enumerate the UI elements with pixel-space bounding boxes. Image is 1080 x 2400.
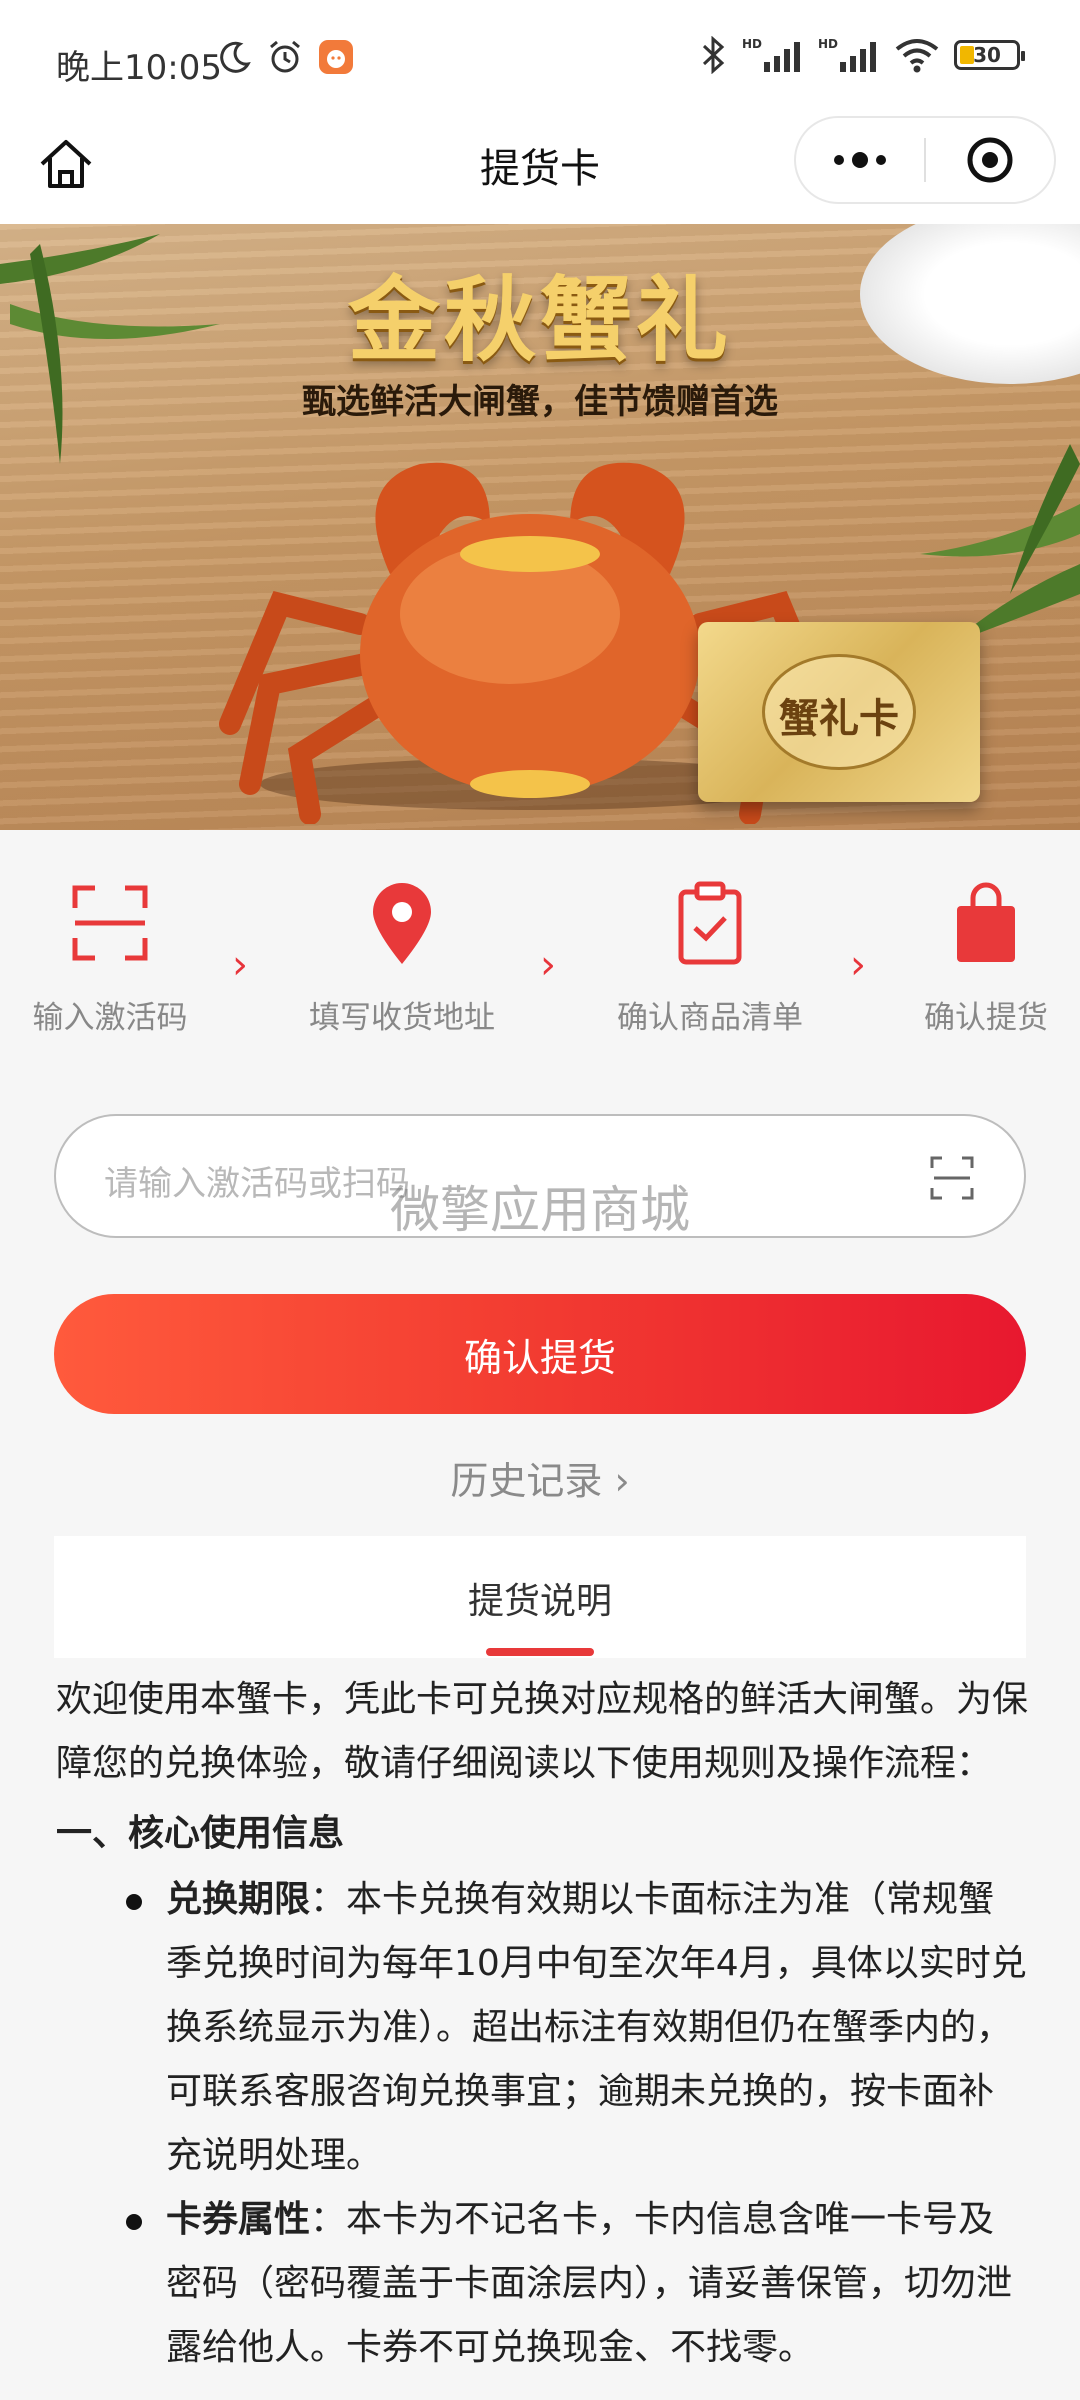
cellular-signal-icon: HD bbox=[742, 37, 800, 72]
scan-icon[interactable] bbox=[928, 1154, 976, 1202]
section-title: 一、核心使用信息 bbox=[56, 1813, 345, 1854]
activation-code-placeholder: 请输入激活码或扫码 bbox=[104, 1164, 410, 1204]
step-confirm-pickup: 确认提货 bbox=[876, 880, 1080, 1037]
more-dot bbox=[876, 155, 886, 165]
chevron-right-icon: › bbox=[540, 942, 556, 988]
chevron-right-icon: › bbox=[232, 942, 248, 988]
list-item: 兑换期限：本卡兑换有效期以卡面标注为准（常规蟹季兑换时间为每年10月中旬至次年4… bbox=[56, 1868, 1028, 2188]
rules-list: 兑换期限：本卡兑换有效期以卡面标注为准（常规蟹季兑换时间为每年10月中旬至次年4… bbox=[56, 1868, 1028, 2380]
instructions-tab-bar: 提货说明 bbox=[54, 1536, 1026, 1658]
step-enter-code: 输入激活码 bbox=[0, 880, 220, 1037]
rule-text: ：本卡兑换有效期以卡面标注为准（常规蟹季兑换时间为每年10月中旬至次年4月，具体… bbox=[166, 1879, 1027, 2176]
step-label: 填写收货地址 bbox=[309, 1000, 495, 1036]
tab-instructions[interactable]: 提货说明 bbox=[54, 1572, 1026, 1624]
more-dot-center bbox=[852, 152, 868, 168]
promo-banner: 金秋蟹礼 甄选鲜活大闸蟹，佳节馈赠首选 蟹礼卡 bbox=[0, 224, 1080, 830]
gift-card-image: 蟹礼卡 bbox=[698, 622, 980, 802]
app-notification-icon bbox=[319, 40, 353, 74]
rule-title: 兑换期限 bbox=[166, 1879, 311, 1920]
shopping-bag-icon bbox=[957, 882, 1015, 962]
clipboard-check-icon bbox=[678, 881, 742, 965]
location-pin-icon bbox=[373, 883, 431, 964]
more-dot bbox=[834, 155, 844, 165]
chevron-right-icon: › bbox=[614, 1459, 630, 1503]
bluetooth-icon bbox=[702, 36, 725, 74]
banner-title: 金秋蟹礼 bbox=[347, 266, 732, 374]
list-item: 卡券属性：本卡为不记名卡，卡内信息含唯一卡号及密码（密码覆盖于卡面涂层内），请妥… bbox=[56, 2188, 1028, 2380]
step-confirm-items: 确认商品清单 bbox=[600, 880, 820, 1037]
svg-text:HD: HD bbox=[818, 37, 838, 51]
scan-icon bbox=[72, 885, 148, 961]
wifi-icon bbox=[895, 39, 939, 73]
gift-card-text: 蟹礼卡 bbox=[779, 695, 899, 742]
history-label: 历史记录 bbox=[450, 1459, 603, 1503]
mini-program-capsule bbox=[794, 116, 1056, 204]
battery-icon: 30 bbox=[954, 40, 1025, 70]
close-button[interactable] bbox=[926, 135, 1054, 185]
status-time: 晚上10:05 bbox=[56, 48, 222, 88]
banner-subtitle: 甄选鲜活大闸蟹，佳节馈赠首选 bbox=[302, 382, 778, 422]
chevron-right-icon: › bbox=[850, 942, 866, 988]
status-left-icons bbox=[218, 38, 354, 76]
svg-text:HD: HD bbox=[742, 37, 762, 51]
intro-paragraph: 欢迎使用本蟹卡，凭此卡可兑换对应规格的鲜活大闸蟹。为保障您的兑换体验，敬请仔细阅… bbox=[56, 1679, 1029, 1784]
redeem-steps: 输入激活码 › 填写收货地址 › 确认商品清单 › 确认提货 bbox=[0, 880, 1080, 1060]
rule-title: 卡券属性 bbox=[166, 2199, 311, 2240]
moon-icon bbox=[220, 41, 251, 73]
status-bar: 晚上10:05 HD HD 30 bbox=[0, 0, 1080, 120]
step-address: 填写收货地址 bbox=[292, 880, 512, 1037]
confirm-pickup-button[interactable]: 确认提货 bbox=[54, 1294, 1026, 1414]
nav-bar: 提货卡 bbox=[0, 116, 1080, 224]
cellular-signal-2-icon: HD bbox=[818, 37, 876, 72]
alarm-clock-icon bbox=[270, 40, 300, 73]
status-right-icons: HD HD 30 bbox=[698, 36, 1025, 74]
step-label: 输入激活码 bbox=[32, 1000, 188, 1036]
more-button[interactable] bbox=[796, 152, 924, 168]
activation-code-input[interactable]: 请输入激活码或扫码 bbox=[54, 1114, 1026, 1238]
step-label: 确认商品清单 bbox=[617, 1000, 803, 1036]
tab-active-indicator bbox=[486, 1648, 594, 1656]
instructions-content: 欢迎使用本蟹卡，凭此卡可兑换对应规格的鲜活大闸蟹。为保障您的兑换体验，敬请仔细阅… bbox=[56, 1668, 1028, 2380]
step-label: 确认提货 bbox=[924, 1000, 1048, 1036]
battery-level: 30 bbox=[973, 43, 1001, 67]
target-close-icon bbox=[967, 137, 1013, 183]
history-link[interactable]: 历史记录 › bbox=[0, 1450, 1080, 1505]
